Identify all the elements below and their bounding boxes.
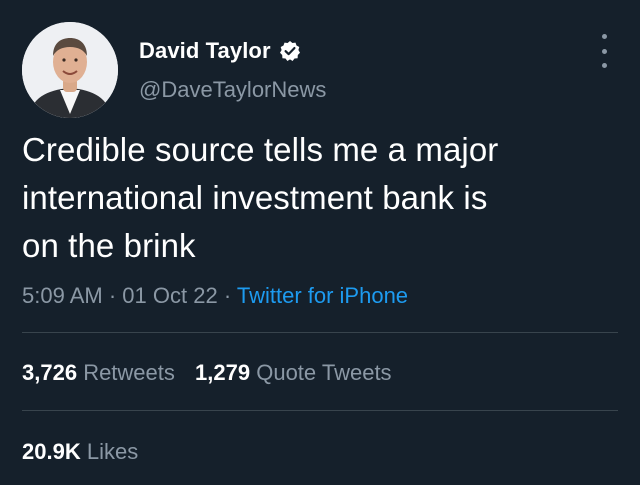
likes-stats-row: 20.9K Likes: [22, 439, 138, 465]
engagement-stats-row: 3,726 Retweets 1,279 Quote Tweets: [22, 360, 392, 386]
divider: [22, 332, 618, 333]
tweet-date[interactable]: 01 Oct 22: [122, 283, 217, 308]
meta-separator: ·: [108, 283, 117, 308]
more-dot-icon: [601, 48, 607, 54]
likes-label: Likes: [86, 439, 139, 464]
tweet-text-line: international investment bank is: [22, 179, 488, 216]
author-display-name[interactable]: David Taylor: [139, 38, 271, 64]
retweets-label: Retweets: [83, 360, 175, 385]
tweet-text-line: on the brink: [22, 227, 196, 264]
tweet-time[interactable]: 5:09 AM: [22, 283, 103, 308]
author-handle[interactable]: @DaveTaylorNews: [139, 77, 326, 103]
meta-separator: ·: [223, 283, 232, 308]
likes-stat[interactable]: 20.9K Likes: [22, 439, 138, 464]
retweets-stat[interactable]: 3,726 Retweets: [22, 360, 175, 385]
verified-badge-icon: [279, 40, 301, 62]
tweet-text: Credible source tells me a major interna…: [22, 126, 622, 270]
likes-count: 20.9K: [22, 439, 81, 464]
tweet-detail: David Taylor @DaveTaylorNews Credible so…: [0, 0, 640, 485]
profile-photo: [22, 22, 118, 118]
quote-tweets-label: Quote Tweets: [256, 360, 392, 385]
quote-tweets-count: 1,279: [195, 360, 251, 385]
tweet-meta: 5:09 AM · 01 Oct 22 · Twitter for iPhone: [22, 283, 408, 309]
more-options-button[interactable]: [592, 34, 616, 68]
avatar[interactable]: [22, 22, 118, 118]
author-name-row: David Taylor: [139, 36, 301, 66]
more-dot-icon: [601, 63, 607, 68]
tweet-text-line: Credible source tells me a major: [22, 131, 499, 168]
divider: [22, 410, 618, 411]
quote-tweets-stat[interactable]: 1,279 Quote Tweets: [195, 360, 392, 385]
more-dot-icon: [601, 34, 607, 39]
tweet-source-link[interactable]: Twitter for iPhone: [237, 283, 408, 308]
retweets-count: 3,726: [22, 360, 78, 385]
